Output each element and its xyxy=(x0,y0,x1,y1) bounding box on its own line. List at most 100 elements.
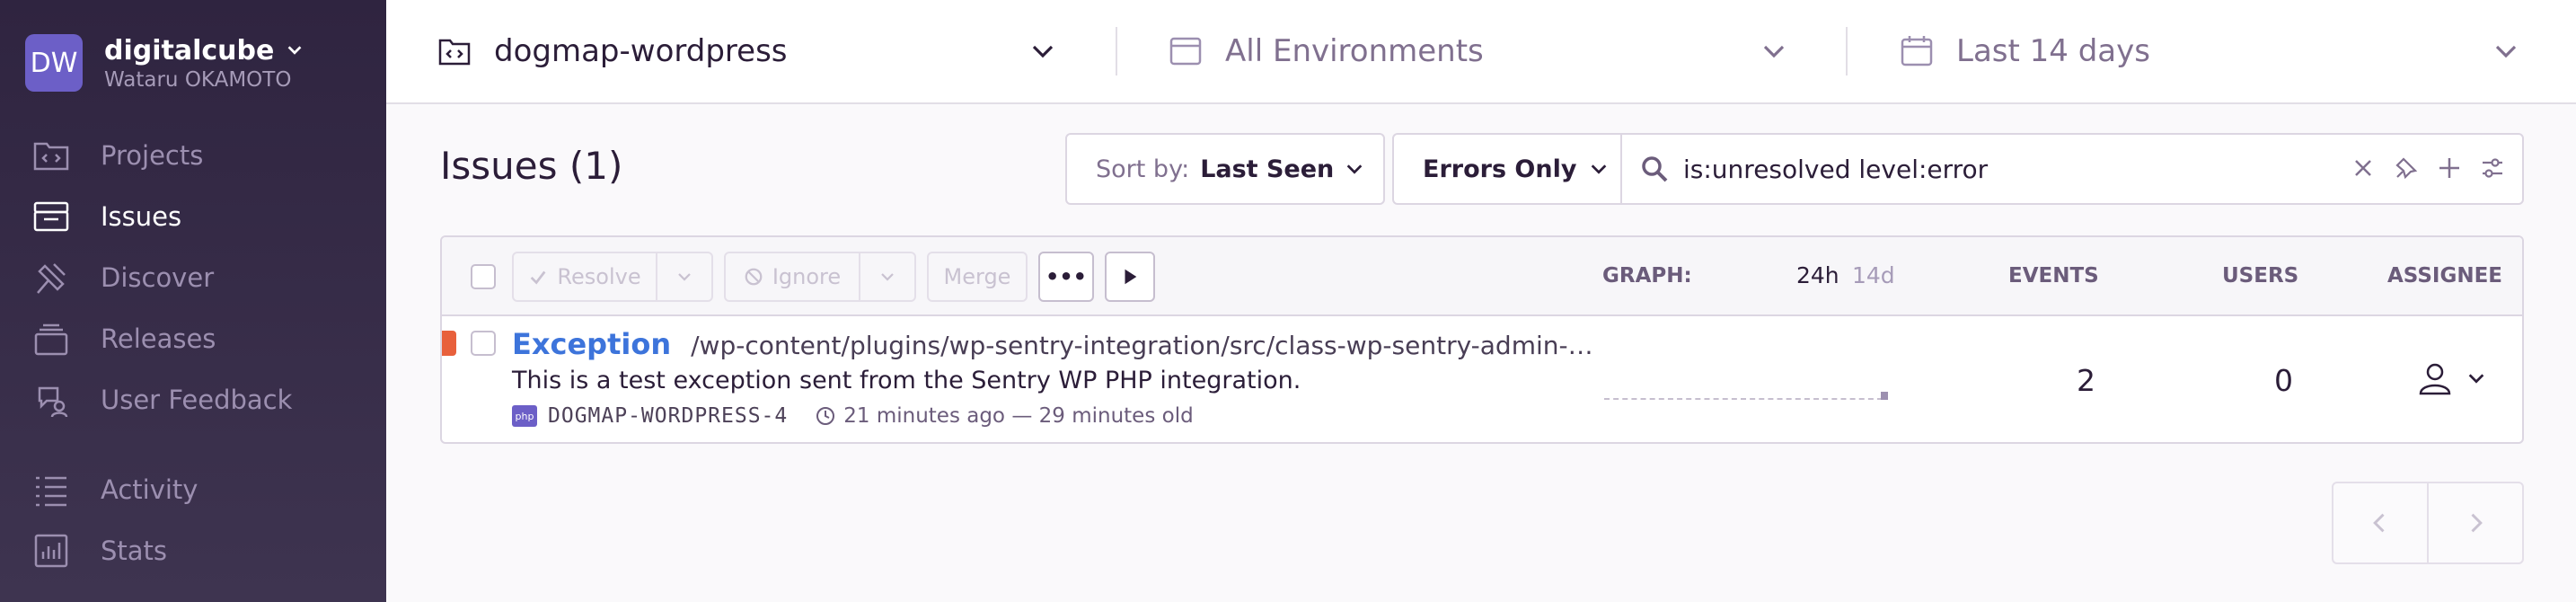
issue-message: This is a test exception sent from the S… xyxy=(512,367,1301,394)
date-range-label: Last 14 days xyxy=(1956,33,2150,69)
chevron-down-icon[interactable] xyxy=(2492,38,2519,65)
play-icon xyxy=(1125,269,1137,285)
sort-value: Last Seen xyxy=(1200,155,1335,183)
search-icon xyxy=(1642,156,1668,182)
divider xyxy=(1116,27,1117,75)
chevron-down-icon[interactable] xyxy=(1029,38,1056,65)
level-indicator xyxy=(442,331,456,356)
chevron-down-icon xyxy=(1346,164,1363,174)
saved-search-dropdown[interactable]: Errors Only xyxy=(1392,133,1622,205)
chevron-down-icon xyxy=(287,46,302,55)
sort-label: Sort by: xyxy=(1096,155,1190,183)
sidebar-item-stats[interactable]: Stats xyxy=(31,530,167,571)
org-avatar: DW xyxy=(25,34,83,92)
user-icon xyxy=(2419,363,2451,395)
ignore-icon xyxy=(745,268,763,286)
search-bar xyxy=(1620,133,2524,205)
chevron-right-icon xyxy=(2471,513,2483,533)
chevron-down-icon xyxy=(2468,374,2484,384)
more-actions-button[interactable]: ••• xyxy=(1038,252,1094,302)
sidebar-item-label: Activity xyxy=(101,474,198,505)
user-feedback-icon xyxy=(38,386,68,418)
sidebar-item-label: Discover xyxy=(101,262,215,293)
divider xyxy=(1846,27,1848,75)
users-header: USERS xyxy=(2222,264,2299,288)
projects-icon xyxy=(33,142,69,171)
sidebar-item-label: Issues xyxy=(101,201,182,232)
issue-title: Exception /wp-content/plugins/wp-sentry-… xyxy=(512,327,1593,361)
sidebar-item-label: Projects xyxy=(101,140,204,171)
sidebar-item-issues[interactable]: Issues xyxy=(31,196,181,237)
project-icon xyxy=(438,39,471,66)
issues-toolbar: Resolve Ignore Merge ••• GRAPH: 24h 14d … xyxy=(442,237,2522,316)
select-all-checkbox[interactable] xyxy=(471,264,496,289)
saved-search-label: Errors Only xyxy=(1423,155,1577,183)
next-page-button[interactable] xyxy=(2427,482,2524,564)
sidebar-item-label: Stats xyxy=(101,536,168,566)
discover-icon xyxy=(37,263,66,294)
range-24h-toggle[interactable]: 24h xyxy=(1796,262,1839,288)
pin-icon[interactable] xyxy=(2393,155,2420,181)
releases-icon xyxy=(34,323,68,356)
events-header: EVENTS xyxy=(2008,264,2099,288)
resolve-dropdown[interactable] xyxy=(656,252,713,302)
project-selector[interactable]: dogmap-wordpress xyxy=(437,0,788,102)
page-title: Issues (1) xyxy=(440,144,623,188)
page-header: dogmap-wordpress All Environments Last 1… xyxy=(386,0,2576,104)
project-name: dogmap-wordpress xyxy=(494,33,788,69)
org-switcher[interactable]: DW digitalcube Wataru OKAMOTO xyxy=(25,34,304,92)
chevron-down-icon xyxy=(678,273,691,281)
sidebar-item-discover[interactable]: Discover xyxy=(31,257,214,298)
issue-culprit: /wp-content/plugins/wp-sentry-integratio… xyxy=(691,331,1593,360)
chevron-down-icon[interactable] xyxy=(1760,38,1787,65)
assignee-header: ASSIGNEE xyxy=(2387,264,2503,288)
chevron-down-icon xyxy=(881,273,894,281)
clock-icon xyxy=(816,407,835,425)
merge-button[interactable]: Merge xyxy=(927,252,1028,302)
prev-page-button[interactable] xyxy=(2332,482,2429,564)
event-graph-baseline xyxy=(1604,398,1883,400)
stats-icon xyxy=(34,534,68,568)
settings-sliders-icon[interactable] xyxy=(2479,155,2506,181)
clear-icon[interactable] xyxy=(2350,155,2377,181)
org-name: digitalcube xyxy=(104,34,275,66)
range-14d-toggle[interactable]: 14d xyxy=(1852,262,1895,288)
events-count[interactable]: 2 xyxy=(2077,363,2095,398)
sidebar-item-label: Releases xyxy=(101,323,216,354)
search-input[interactable] xyxy=(1683,154,2366,184)
issue-time: 21 minutes ago — 29 minutes old xyxy=(843,404,1194,428)
assignee-selector[interactable] xyxy=(2416,359,2486,397)
issue-meta: php DOGMAP-WORDPRESS-4 21 minutes ago — … xyxy=(512,404,1194,428)
issue-type-link[interactable]: Exception xyxy=(512,327,671,361)
environment-icon xyxy=(1169,37,1202,66)
php-platform-icon: php xyxy=(512,405,537,427)
chevron-down-icon xyxy=(1592,164,1607,174)
environment-selector[interactable]: All Environments xyxy=(1168,0,1484,102)
ignore-dropdown[interactable] xyxy=(859,252,916,302)
ignore-button[interactable]: Ignore xyxy=(724,252,860,302)
check-icon xyxy=(531,270,546,285)
event-graph-bar xyxy=(1881,392,1888,400)
issue-short-id[interactable]: DOGMAP-WORDPRESS-4 xyxy=(548,404,788,428)
sidebar: DW digitalcube Wataru OKAMOTO Projects I… xyxy=(0,0,386,602)
issues-icon xyxy=(33,201,69,232)
sidebar-item-releases[interactable]: Releases xyxy=(31,318,216,359)
issue-checkbox[interactable] xyxy=(471,331,496,356)
date-range-selector[interactable]: Last 14 days xyxy=(1899,0,2150,102)
environment-label: All Environments xyxy=(1225,33,1484,69)
activity-icon xyxy=(36,476,66,507)
chevron-left-icon xyxy=(2373,513,2385,533)
sidebar-item-projects[interactable]: Projects xyxy=(31,135,203,176)
org-user: Wataru OKAMOTO xyxy=(104,67,292,92)
resolve-button[interactable]: Resolve xyxy=(512,252,657,302)
users-count[interactable]: 0 xyxy=(2274,363,2293,398)
sidebar-item-label: User Feedback xyxy=(101,385,293,415)
sidebar-item-user-feedback[interactable]: User Feedback xyxy=(31,379,292,421)
realtime-play-button[interactable] xyxy=(1105,252,1155,302)
sidebar-item-activity[interactable]: Activity xyxy=(31,469,198,510)
calendar-icon xyxy=(1901,36,1933,66)
sort-dropdown[interactable]: Sort by: Last Seen xyxy=(1065,133,1385,205)
add-icon[interactable] xyxy=(2436,155,2463,181)
graph-header: GRAPH: xyxy=(1602,264,1692,288)
issues-panel: Resolve Ignore Merge ••• GRAPH: 24h 14d … xyxy=(440,235,2524,444)
